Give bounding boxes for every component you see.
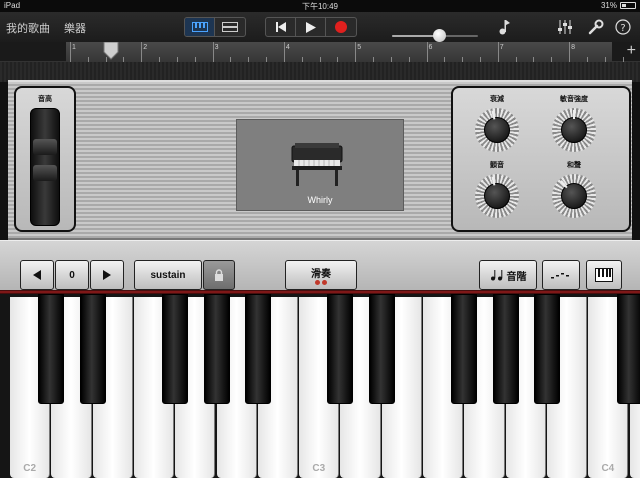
record-icon	[335, 21, 347, 33]
tracks-view-button[interactable]	[215, 18, 245, 36]
mixer-sliders-icon	[558, 20, 572, 34]
black-key[interactable]	[368, 294, 395, 404]
octave-up-button[interactable]	[90, 260, 124, 290]
scale-button[interactable]: 音階	[479, 260, 537, 290]
electric-piano-icon	[291, 143, 343, 186]
decay-label: 衰減	[490, 96, 504, 103]
ruler-bar-number: 8	[571, 44, 575, 51]
black-key[interactable]	[327, 294, 354, 404]
keyboard-controls: 0 sustain 滑奏 音階	[0, 240, 640, 290]
transport-controls	[265, 17, 357, 37]
keyboard-layout-button[interactable]	[586, 260, 622, 290]
play-button[interactable]	[296, 18, 326, 36]
tracks-view-icon	[222, 22, 238, 32]
instrument-display[interactable]: Whirly	[236, 119, 404, 211]
knob-pointer	[573, 110, 575, 119]
instruments-button[interactable]: 樂器	[64, 20, 86, 36]
ruler-bar-number: 4	[285, 44, 290, 51]
black-key[interactable]	[451, 294, 478, 404]
ruler-bar-number: 6	[428, 44, 433, 51]
black-key[interactable]	[533, 294, 560, 404]
ruler-tick	[70, 42, 71, 62]
chorus-knob[interactable]	[552, 174, 596, 218]
piano-keyboard: C2 C3 C4	[0, 294, 640, 478]
tremolo-label: 顫音	[490, 162, 504, 169]
glide-label: 滑奏	[311, 268, 331, 280]
chorus-label: 和聲	[567, 162, 581, 169]
pitch-bend-wheel[interactable]	[30, 108, 60, 226]
black-key[interactable]	[616, 294, 640, 404]
velocity-label: 敏音強度	[560, 96, 588, 103]
ruler-tick	[141, 42, 143, 62]
triangle-left-icon	[33, 270, 41, 280]
scale-label: 音階	[506, 271, 527, 283]
status-bar: iPad 下午10:49 31%	[0, 0, 640, 12]
pitch-label: 音高	[38, 96, 52, 103]
arpeggio-icon	[551, 273, 569, 279]
wrench-icon	[588, 19, 604, 35]
battery-percent: 31%	[600, 1, 617, 10]
ruler-tick	[569, 42, 571, 62]
octave-value: 0	[55, 260, 89, 290]
glide-button[interactable]: 滑奏	[285, 260, 357, 290]
key-label: C3	[312, 463, 326, 474]
triangle-right-icon	[103, 270, 111, 280]
rewind-button[interactable]	[266, 18, 296, 36]
toolbar: 我的歌曲 樂器 ?	[0, 12, 640, 42]
key-label: C4	[601, 463, 615, 474]
black-key[interactable]	[38, 294, 65, 404]
ruler-tick	[497, 42, 499, 62]
keyboard-view-icon	[191, 22, 208, 32]
instrument-name: Whirly	[307, 195, 333, 205]
ruler-tick	[355, 42, 357, 62]
lock-icon	[215, 269, 223, 281]
velocity-knob[interactable]	[552, 108, 596, 152]
clock: 下午10:49	[301, 2, 339, 11]
settings-button[interactable]	[587, 18, 605, 36]
sustain-button[interactable]: sustain	[134, 260, 202, 290]
timeline-ruler[interactable]: 1 2 3 4 5 6 7 8 +	[0, 42, 640, 62]
battery-icon	[620, 2, 636, 9]
decay-knob[interactable]	[475, 108, 519, 152]
help-icon: ?	[615, 19, 631, 35]
key-label: C2	[23, 463, 37, 474]
metronome-button[interactable]	[496, 18, 514, 36]
ruler-bar-number: 3	[214, 44, 219, 51]
rewind-icon	[275, 22, 286, 32]
help-button[interactable]: ?	[614, 18, 632, 36]
music-notes-icon	[490, 270, 502, 281]
ruler-tick	[283, 42, 285, 62]
black-key[interactable]	[203, 294, 230, 404]
sound-controls-panel	[451, 86, 631, 232]
glide-leds	[314, 279, 328, 286]
view-switcher	[184, 17, 246, 37]
my-songs-button[interactable]: 我的歌曲	[6, 20, 50, 36]
black-key[interactable]	[79, 294, 106, 404]
black-key[interactable]	[244, 294, 271, 404]
sustain-lock-button[interactable]	[203, 260, 235, 290]
black-key[interactable]	[492, 294, 519, 404]
arpeggiator-button[interactable]	[542, 260, 580, 290]
record-button[interactable]	[326, 18, 356, 36]
tremolo-knob[interactable]	[475, 174, 519, 218]
octave-down-button[interactable]	[20, 260, 54, 290]
ruler-bar-number: 5	[357, 44, 362, 51]
master-volume-slider[interactable]	[392, 29, 478, 42]
sustain-label: sustain	[150, 269, 186, 281]
ruler-bar-number: 1	[72, 44, 76, 51]
ruler-tick	[212, 42, 214, 62]
octave-value-text: 0	[69, 269, 75, 281]
ruler-bar-number: 7	[499, 44, 504, 51]
play-icon	[305, 21, 316, 33]
black-key[interactable]	[162, 294, 189, 404]
mixer-button[interactable]	[556, 18, 574, 36]
ruler-tick	[426, 42, 428, 62]
keyboard-icon	[595, 268, 613, 282]
volume-knob[interactable]	[433, 29, 447, 42]
svg-text:?: ?	[620, 23, 625, 34]
music-note-icon	[499, 20, 510, 35]
instrument-view-button[interactable]	[185, 18, 215, 36]
ruler-bar-number: 2	[143, 44, 148, 51]
add-section-button[interactable]: +	[627, 43, 636, 59]
